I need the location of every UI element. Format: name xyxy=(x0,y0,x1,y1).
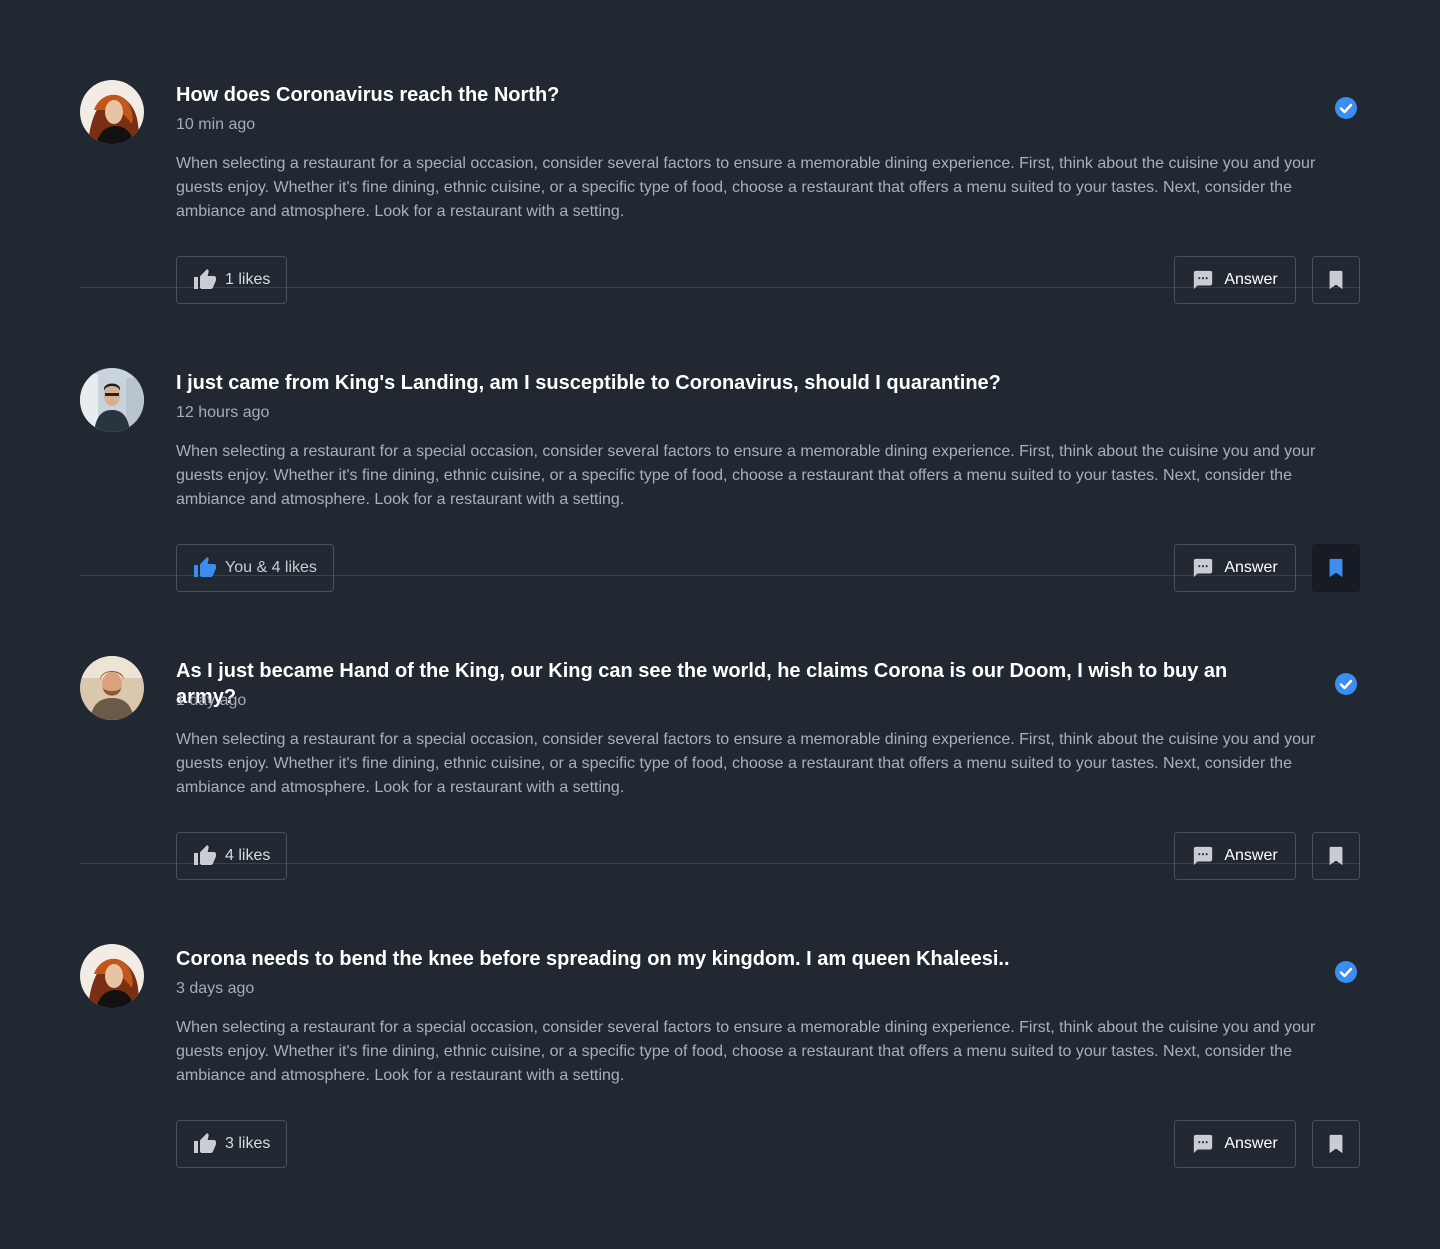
answer-label: Answer xyxy=(1224,847,1278,864)
question-body: When selecting a restaurant for a specia… xyxy=(176,155,1316,220)
question-body: When selecting a restaurant for a specia… xyxy=(176,731,1316,796)
comment-icon xyxy=(1192,1133,1214,1155)
avatar[interactable] xyxy=(80,368,144,432)
like-button[interactable]: 3 likes xyxy=(176,1120,288,1168)
answer-label: Answer xyxy=(1224,271,1278,288)
question-card: As I just became Hand of the King, our K… xyxy=(80,576,1360,880)
question-body: When selecting a restaurant for a specia… xyxy=(176,1019,1316,1084)
question-body: When selecting a restaurant for a specia… xyxy=(176,443,1316,508)
question-timestamp: 1 day ago xyxy=(176,692,247,709)
question-title[interactable]: How does Coronavirus reach the North? xyxy=(176,82,1290,108)
verified-check-icon xyxy=(1334,96,1358,120)
question-card: How does Coronavirus reach the North? 10… xyxy=(80,0,1360,304)
question-feed: How does Coronavirus reach the North? 10… xyxy=(80,0,1360,1168)
like-count-label: 3 likes xyxy=(225,1135,271,1152)
question-title[interactable]: I just came from King's Landing, am I su… xyxy=(176,370,1290,396)
question-title[interactable]: Corona needs to bend the knee before spr… xyxy=(176,946,1290,972)
avatar[interactable] xyxy=(80,80,144,144)
thumbs-up-icon xyxy=(193,1132,217,1156)
question-timestamp: 3 days ago xyxy=(176,980,255,997)
question-timestamp: 10 min ago xyxy=(176,116,256,133)
question-timestamp: 12 hours ago xyxy=(176,404,270,421)
question-card: I just came from King's Landing, am I su… xyxy=(80,288,1360,592)
avatar[interactable] xyxy=(80,944,144,1008)
like-count-label: 4 likes xyxy=(225,847,271,864)
like-count-label: You & 4 likes xyxy=(225,559,317,576)
avatar[interactable] xyxy=(80,656,144,720)
like-count-label: 1 likes xyxy=(225,271,271,288)
bookmark-button[interactable] xyxy=(1312,1120,1360,1168)
answer-label: Answer xyxy=(1224,559,1278,576)
answer-label: Answer xyxy=(1224,1135,1278,1152)
verified-check-icon xyxy=(1334,960,1358,984)
verified-check-icon xyxy=(1334,672,1358,696)
question-card: Corona needs to bend the knee before spr… xyxy=(80,864,1360,1168)
answer-button[interactable]: Answer xyxy=(1174,1120,1296,1168)
bookmark-icon xyxy=(1325,1133,1347,1155)
question-title[interactable]: As I just became Hand of the King, our K… xyxy=(176,658,1290,710)
